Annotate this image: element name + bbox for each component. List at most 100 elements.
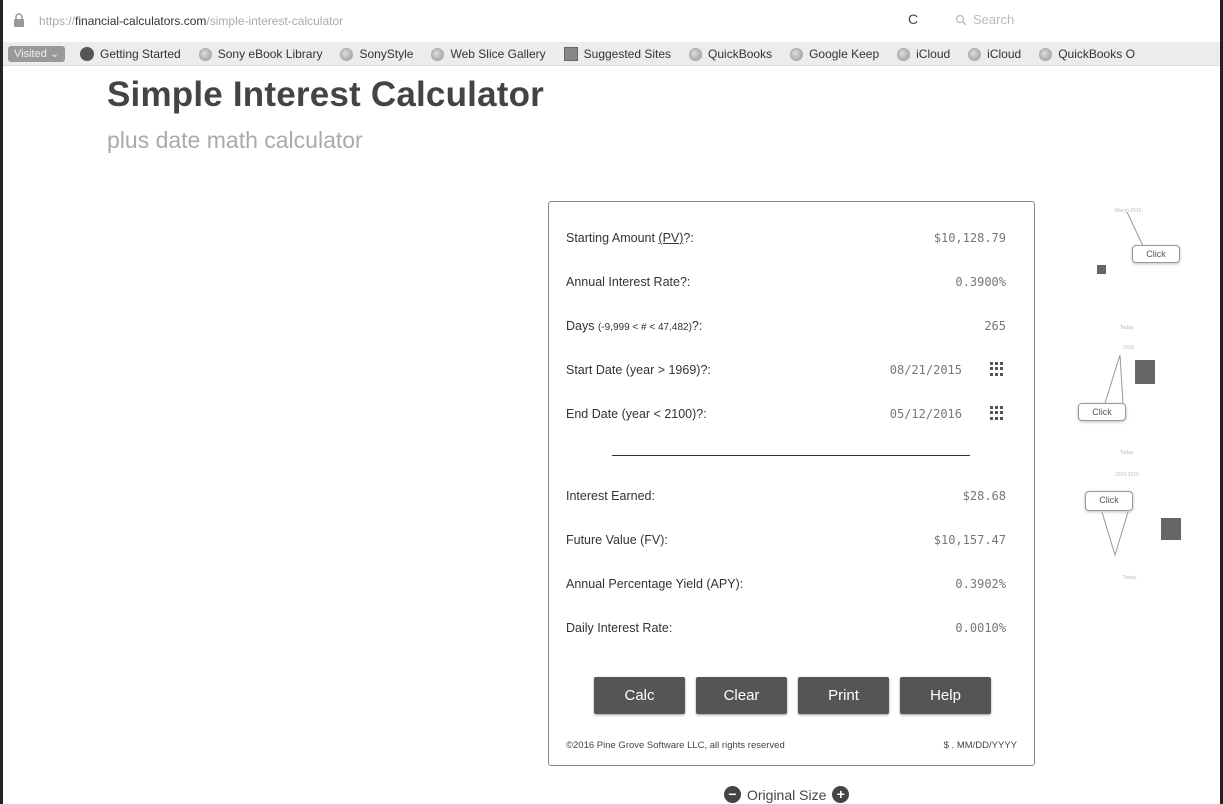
days-row: Days (-9,999 < # < 47,482)?: 265 (566, 317, 1006, 337)
print-button[interactable]: Print (798, 677, 889, 714)
url-scheme: https:// (39, 14, 76, 28)
starting-amount-label: Starting Amount (PV)?: (566, 231, 694, 245)
end-date-input[interactable]: 05/12/2016 (890, 407, 962, 421)
lock-icon (14, 13, 24, 27)
url-path: /simple-interest-calculator (206, 14, 344, 28)
bookmark-label: Sony eBook Library (217, 47, 323, 61)
bookmark-getting-started[interactable]: Getting Started (80, 46, 181, 62)
date-picker-illustration: March 2016 Click Today 2016 Click Today … (1075, 195, 1190, 595)
clear-button[interactable]: Clear (696, 677, 787, 714)
bookmark-icloud-2[interactable]: iCloud (968, 46, 1021, 62)
future-value-label: Future Value (FV): (566, 533, 668, 547)
illustration-today-label: Today (1123, 575, 1137, 581)
url-field[interactable]: https://financial-calculators.com/simple… (39, 14, 343, 28)
calendar-icon[interactable] (990, 406, 1004, 420)
daily-rate-row: Daily Interest Rate: 0.0010% (566, 619, 1006, 639)
globe-icon (340, 47, 354, 61)
starting-amount-input[interactable]: $10,128.79 (934, 231, 1006, 245)
illustration-selected-day (1097, 265, 1106, 274)
apy-label: Annual Percentage Yield (APY): (566, 577, 744, 591)
address-bar: https://financial-calculators.com/simple… (3, 0, 1220, 42)
bookmark-quickbooks[interactable]: QuickBooks (689, 46, 772, 62)
illustration-decade-label: 2010-2019 (1115, 472, 1139, 478)
days-input[interactable]: 265 (984, 319, 1006, 333)
bookmark-icloud[interactable]: iCloud (897, 46, 950, 62)
copyright-notice: ©2016 Pine Grove Software LLC, all right… (566, 740, 785, 751)
zoom-controls: − Original Size + (724, 786, 850, 803)
bookmark-label: Web Slice Gallery (450, 47, 546, 61)
illustration-callout: Click (1078, 403, 1126, 421)
days-label: Days (-9,999 < # < 47,482)?: (566, 319, 703, 333)
bookmark-google-keep[interactable]: Google Keep (790, 46, 879, 62)
help-button[interactable]: Help (900, 677, 991, 714)
format-settings-link[interactable]: $ . MM/DD/YYYY (944, 740, 1017, 751)
callout-pointer-icon (1101, 511, 1129, 557)
starting-amount-row: Starting Amount (PV)?: $10,128.79 (566, 229, 1006, 249)
globe-icon (689, 47, 703, 61)
globe-icon (897, 47, 911, 61)
daily-rate-value: 0.0010% (955, 621, 1006, 635)
bookmark-sony-ebook-library[interactable]: Sony eBook Library (198, 46, 323, 62)
end-date-row: End Date (year < 2100)?: 05/12/2016 (566, 405, 1006, 425)
bookmark-label: iCloud (987, 47, 1022, 61)
reload-icon[interactable]: C (908, 11, 918, 27)
bookmark-label: Getting Started (100, 47, 181, 61)
interest-rate-input[interactable]: 0.3900% (955, 275, 1006, 289)
start-date-label: Start Date (year > 1969)?: (566, 363, 711, 377)
interest-rate-row: Annual Interest Rate?: 0.3900% (566, 273, 1006, 293)
button-bar: Calc Clear Print Help (594, 677, 991, 714)
illustration-selected-month (1135, 360, 1155, 384)
zoom-in-icon[interactable]: + (832, 786, 850, 803)
globe-icon (198, 47, 212, 61)
globe-icon (1039, 47, 1053, 61)
illustration-selected-year (1161, 518, 1181, 540)
callout-pointer-icon (1104, 354, 1124, 404)
page-title: Simple Interest Calculator (107, 75, 544, 114)
bookmark-label: QuickBooks (708, 47, 773, 61)
globe-icon (790, 47, 804, 61)
bookmark-label: QuickBooks O (1058, 47, 1135, 61)
zoom-out-icon[interactable]: − (724, 786, 741, 803)
globe-icon (431, 47, 445, 61)
search-input[interactable]: Search (955, 12, 1014, 27)
apy-value: 0.3902% (955, 577, 1006, 591)
url-host: financial-calculators.com (75, 14, 207, 28)
bookmarks-bar: Visited ⌄ Getting Started Sony eBook Lib… (3, 42, 1220, 66)
pv-help-link[interactable]: (PV) (658, 231, 683, 245)
bookmark-quickbooks-online[interactable]: QuickBooks O (1039, 46, 1135, 62)
calculator-panel: Starting Amount (PV)?: $10,128.79 Annual… (548, 201, 1035, 766)
future-value-value: $10,157.47 (933, 533, 1006, 547)
bookmark-visited-label: Visited (14, 48, 47, 60)
bookmark-label: iCloud (916, 47, 951, 61)
future-value-row: Future Value (FV): $10,157.47 (566, 531, 1006, 551)
bookmark-suggested-sites[interactable]: Suggested Sites (563, 46, 671, 62)
bookmark-label: SonyStyle (359, 47, 414, 61)
window-frame-left (0, 0, 3, 804)
suggested-sites-icon (563, 47, 578, 61)
apy-row: Annual Percentage Yield (APY): 0.3902% (566, 575, 1006, 595)
interest-earned-label: Interest Earned: (566, 489, 655, 503)
interest-rate-label: Annual Interest Rate?: (566, 275, 691, 289)
calc-button[interactable]: Calc (594, 677, 685, 714)
calendar-icon[interactable] (990, 362, 1004, 376)
start-date-input[interactable]: 08/21/2015 (890, 363, 962, 377)
search-icon (955, 14, 967, 25)
bookmark-visited-dropdown[interactable]: Visited ⌄ (8, 46, 66, 62)
start-date-row: Start Date (year > 1969)?: 08/21/2015 (566, 361, 1006, 381)
illustration-today-label: Today (1120, 325, 1134, 331)
end-date-label: End Date (year < 2100)?: (566, 407, 707, 421)
bookmark-sonystyle[interactable]: SonyStyle (340, 46, 413, 62)
firefox-icon (80, 47, 94, 61)
page-subtitle: plus date math calculator (107, 127, 363, 153)
illustration-today-label: Today (1120, 450, 1134, 456)
bookmark-web-slice-gallery[interactable]: Web Slice Gallery (431, 46, 546, 62)
callout-pointer-icon (1126, 211, 1144, 247)
zoom-label: Original Size (747, 786, 827, 803)
bookmark-label: Google Keep (809, 47, 880, 61)
results-divider (612, 455, 970, 456)
illustration-callout: Click (1085, 491, 1133, 511)
interest-earned-value: $28.68 (962, 489, 1006, 503)
search-placeholder: Search (973, 12, 1015, 27)
daily-rate-label: Daily Interest Rate: (566, 621, 673, 635)
globe-icon (968, 47, 982, 61)
